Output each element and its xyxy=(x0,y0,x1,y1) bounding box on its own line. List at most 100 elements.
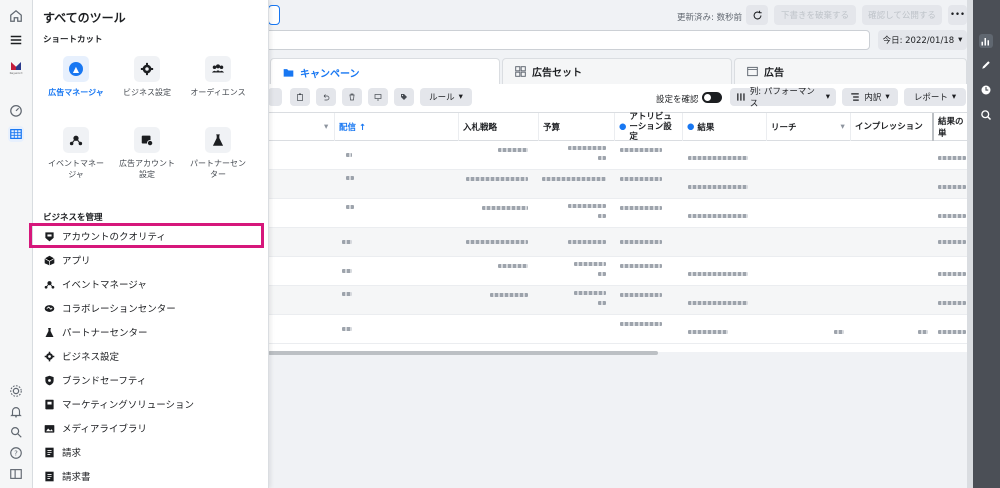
tag-button[interactable] xyxy=(394,88,414,106)
invoice-icon xyxy=(43,470,55,482)
discard-draft-button[interactable]: 下書きを破棄する xyxy=(774,5,856,25)
col-results-label: 結果 xyxy=(697,123,715,133)
search-icon[interactable] xyxy=(8,424,24,440)
delete-button[interactable] xyxy=(342,88,362,106)
zoom-icon[interactable] xyxy=(979,108,993,122)
table-row[interactable] xyxy=(268,141,967,170)
shortcut-label: 広告マネージャ xyxy=(48,88,104,97)
account-settings-icon xyxy=(134,127,160,153)
refresh-button[interactable] xyxy=(746,5,768,25)
tab-campaigns[interactable]: キャンペーン xyxy=(270,58,500,86)
chart-icon[interactable] xyxy=(979,34,993,48)
col-delivery[interactable]: 配信 ↑ xyxy=(334,113,458,141)
menu-item-collaboration-center[interactable]: コラボレーションセンター xyxy=(43,298,258,318)
tab-adsets[interactable]: 広告セット xyxy=(502,58,732,84)
menu-item-label: コラボレーションセンター xyxy=(62,304,176,315)
shortcuts-heading: ショートカット xyxy=(43,35,103,45)
duplicate-button[interactable] xyxy=(290,88,310,106)
breakdown-dropdown[interactable]: 内訳 ▾ xyxy=(842,88,898,106)
menu-item-marketing-solutions[interactable]: マーケティングソリューション xyxy=(43,394,258,414)
menu-item-media-library[interactable]: メディアライブラリ xyxy=(43,418,258,438)
col-cost-per-result[interactable]: 結果の単 xyxy=(932,113,967,141)
shortcut-audiences[interactable]: オーディエンス xyxy=(185,56,251,98)
undo-button[interactable] xyxy=(316,88,336,106)
filter-chip[interactable] xyxy=(268,5,280,25)
undo-icon xyxy=(323,94,330,101)
highlight-box-account-quality xyxy=(29,223,264,248)
menu-item-apps[interactable]: アプリ xyxy=(43,250,258,270)
menu-item-business-settings[interactable]: ビジネス設定 xyxy=(43,346,258,366)
menu-item-events-manager[interactable]: イベントマネージャ xyxy=(43,274,258,294)
date-range-button[interactable]: 今日: 2022/01/18 ▾ xyxy=(878,30,967,50)
shortcut-partner-center[interactable]: パートナーセンター xyxy=(185,127,251,180)
col-reach-label: リーチ xyxy=(771,123,797,133)
more-button[interactable]: ••• xyxy=(948,5,967,25)
columns-dropdown[interactable]: 列: パフォーマンス ▾ xyxy=(730,87,836,109)
manage-business-heading: ビジネスを管理 xyxy=(43,213,103,223)
table-row[interactable] xyxy=(268,170,967,199)
reports-dropdown[interactable]: レポート ▾ xyxy=(904,88,966,106)
ads-manager-icon: ▲ xyxy=(63,56,89,82)
preview-button[interactable] xyxy=(368,88,388,106)
shortcut-events-manager[interactable]: イベントマネージャ xyxy=(43,127,109,180)
search-filter-field[interactable] xyxy=(268,30,870,50)
home-icon[interactable] xyxy=(8,8,24,24)
menu-item-brand-safety[interactable]: ブランドセーフティ xyxy=(43,370,258,390)
col-name[interactable]: ▾ xyxy=(268,113,334,141)
menu-item-partner-center[interactable]: パートナーセンター xyxy=(43,322,258,342)
pencil-icon[interactable] xyxy=(979,58,993,72)
menu-item-label: 請求 xyxy=(62,448,82,459)
shortcut-business-settings[interactable]: ビジネス設定 xyxy=(114,56,180,98)
col-results[interactable]: ● 結果 xyxy=(682,113,766,141)
col-impressions[interactable]: インプレッション xyxy=(850,113,930,141)
col-attribution[interactable]: ● アトリビューション設定 xyxy=(614,112,682,142)
edit-tool-button[interactable] xyxy=(268,88,282,106)
review-publish-button[interactable]: 確認して公開する xyxy=(862,5,942,25)
table-row[interactable] xyxy=(268,228,967,257)
show-settings-toggle[interactable] xyxy=(702,92,722,103)
shortcut-ads-manager[interactable]: ▲ 広告マネージャ xyxy=(43,56,109,98)
top-bar: 更新済み: 数秒前 下書きを破棄する 確認して公開する ••• xyxy=(268,0,967,30)
dashboard-icon[interactable] xyxy=(8,102,24,118)
rules-label: ルール xyxy=(429,93,455,103)
col-attribution-label: アトリビューション設定 xyxy=(629,112,672,142)
handshake-icon xyxy=(43,302,55,314)
rules-dropdown[interactable]: ルール ▾ xyxy=(420,88,472,106)
grid-icon xyxy=(515,66,526,77)
help-icon[interactable]: ? xyxy=(8,445,24,461)
date-label: 今日: 2022/01/18 xyxy=(882,36,955,46)
tab-adsets-label: 広告セット xyxy=(532,68,582,79)
caret-down-icon: ▾ xyxy=(958,35,963,45)
tab-ads[interactable]: 広告 xyxy=(734,58,967,84)
menu-icon[interactable] xyxy=(8,32,24,48)
menu-item-billing[interactable]: 請求 xyxy=(43,442,258,462)
breakdown-label: 内訳 xyxy=(864,93,882,103)
caret-down-icon: ▾ xyxy=(458,92,463,102)
settings-gear-icon[interactable] xyxy=(8,383,24,399)
info-icon: ● xyxy=(619,122,627,132)
clock-icon[interactable] xyxy=(979,83,993,97)
menu-item-invoices[interactable]: 請求書 xyxy=(43,466,258,486)
col-reach[interactable]: リーチ ▾ xyxy=(766,113,850,141)
shortcut-ad-account-settings[interactable]: 広告アカウント設定 xyxy=(114,127,180,180)
table-header: ▾ 配信 ↑ 入札戦略 予算 ● アトリビューション設定 ● 結果 リーチ ▾ インプ… xyxy=(268,112,967,142)
preview-icon xyxy=(374,94,382,101)
table-row[interactable] xyxy=(268,257,967,286)
billing-icon xyxy=(43,446,55,458)
table-horizontal-scrollbar[interactable] xyxy=(268,351,658,355)
ad-icon xyxy=(747,66,758,77)
bell-icon[interactable] xyxy=(8,404,24,420)
table-icon[interactable] xyxy=(8,126,24,142)
updated-status: 更新済み: 数秒前 xyxy=(677,13,743,23)
col-budget[interactable]: 予算 xyxy=(538,113,614,141)
shield-icon xyxy=(43,374,55,386)
shortcut-label: ビジネス設定 xyxy=(123,88,171,97)
panel-toggle-icon[interactable] xyxy=(8,466,24,482)
panel-title: すべてのツール xyxy=(43,11,126,25)
columns-label: 列: パフォーマンス xyxy=(749,87,815,109)
cube-icon xyxy=(43,254,55,266)
col-bid-strategy[interactable]: 入札戦略 xyxy=(458,113,538,141)
table-row[interactable] xyxy=(268,199,967,228)
refresh-icon xyxy=(753,10,762,19)
table-row[interactable] xyxy=(268,286,967,315)
